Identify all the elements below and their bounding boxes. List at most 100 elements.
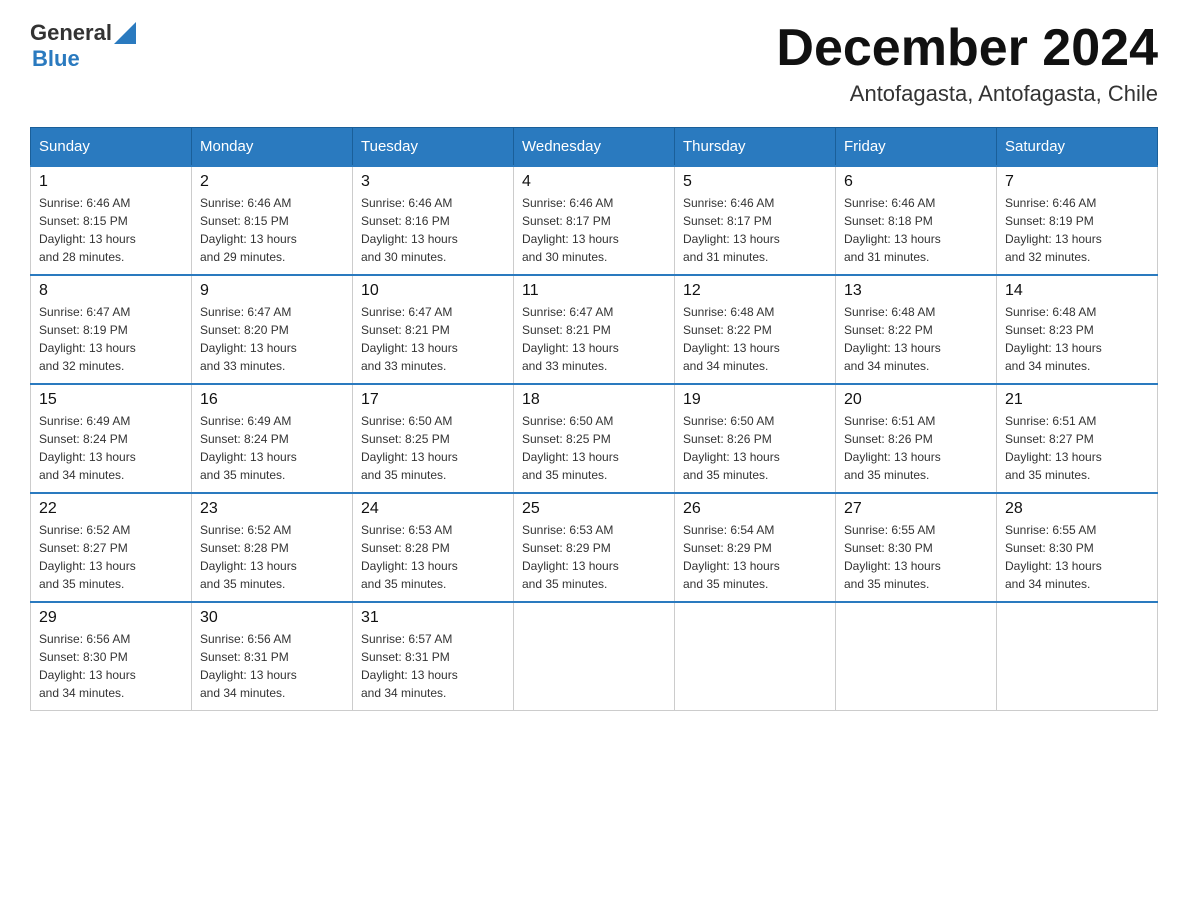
day-info: Sunrise: 6:46 AMSunset: 8:17 PMDaylight:… [522, 194, 666, 266]
day-cell-28: 28 Sunrise: 6:55 AMSunset: 8:30 PMDayligh… [997, 493, 1158, 602]
day-info: Sunrise: 6:53 AMSunset: 8:29 PMDaylight:… [522, 521, 666, 593]
calendar-title-section: December 2024 Antofagasta, Antofagasta, … [776, 20, 1158, 107]
day-info: Sunrise: 6:47 AMSunset: 8:19 PMDaylight:… [39, 303, 183, 375]
day-number: 18 [522, 391, 666, 409]
day-number: 9 [200, 282, 344, 300]
day-info: Sunrise: 6:47 AMSunset: 8:21 PMDaylight:… [361, 303, 505, 375]
header-wednesday: Wednesday [514, 128, 675, 167]
empty-cell [997, 602, 1158, 711]
day-cell-17: 17Sunrise: 6:50 AMSunset: 8:25 PMDayligh… [353, 384, 514, 493]
day-cell-8: 8Sunrise: 6:47 AMSunset: 8:19 PMDaylight… [31, 275, 192, 384]
day-number: 26 [683, 500, 827, 518]
header-sunday: Sunday [31, 128, 192, 167]
day-info: Sunrise: 6:56 AMSunset: 8:31 PMDaylight:… [200, 630, 344, 702]
day-info: Sunrise: 6:55 AMSunset: 8:30 PMDaylight:… [1005, 521, 1149, 593]
logo-general-text: General [30, 20, 112, 46]
day-info: Sunrise: 6:48 AMSunset: 8:23 PMDaylight:… [1005, 303, 1149, 375]
day-info: Sunrise: 6:52 AMSunset: 8:28 PMDaylight:… [200, 521, 344, 593]
day-cell-13: 13 Sunrise: 6:48 AMSunset: 8:22 PMDayligh… [836, 275, 997, 384]
calendar-header-row: SundayMondayTuesdayWednesdayThursdayFrid… [31, 128, 1158, 167]
day-cell-3: 3 Sunrise: 6:46 AMSunset: 8:16 PMDaylight… [353, 166, 514, 275]
day-number: 15 [39, 391, 183, 409]
day-cell-30: 30 Sunrise: 6:56 AMSunset: 8:31 PMDayligh… [192, 602, 353, 711]
day-info: Sunrise: 6:57 AMSunset: 8:31 PMDaylight:… [361, 630, 505, 702]
day-number: 22 [39, 500, 183, 518]
day-cell-2: 2 Sunrise: 6:46 AMSunset: 8:15 PMDaylight… [192, 166, 353, 275]
day-cell-4: 4 Sunrise: 6:46 AMSunset: 8:17 PMDaylight… [514, 166, 675, 275]
day-number: 30 [200, 609, 344, 627]
week-row-5: 29 Sunrise: 6:56 AMSunset: 8:30 PMDayligh… [31, 602, 1158, 711]
day-cell-12: 12Sunrise: 6:48 AMSunset: 8:22 PMDayligh… [675, 275, 836, 384]
day-cell-10: 10 Sunrise: 6:47 AMSunset: 8:21 PMDayligh… [353, 275, 514, 384]
day-info: Sunrise: 6:48 AMSunset: 8:22 PMDaylight:… [844, 303, 988, 375]
day-number: 4 [522, 173, 666, 191]
day-info: Sunrise: 6:46 AMSunset: 8:18 PMDaylight:… [844, 194, 988, 266]
page-header: General Blue December 2024 Antofagasta, … [30, 20, 1158, 107]
day-number: 6 [844, 173, 988, 191]
header-saturday: Saturday [997, 128, 1158, 167]
day-cell-15: 15Sunrise: 6:49 AMSunset: 8:24 PMDayligh… [31, 384, 192, 493]
header-friday: Friday [836, 128, 997, 167]
day-cell-22: 22 Sunrise: 6:52 AMSunset: 8:27 PMDayligh… [31, 493, 192, 602]
day-number: 3 [361, 173, 505, 191]
day-cell-21: 21 Sunrise: 6:51 AMSunset: 8:27 PMDayligh… [997, 384, 1158, 493]
week-row-2: 8Sunrise: 6:47 AMSunset: 8:19 PMDaylight… [31, 275, 1158, 384]
day-info: Sunrise: 6:48 AMSunset: 8:22 PMDaylight:… [683, 303, 827, 375]
day-number: 10 [361, 282, 505, 300]
logo-triangle-icon [114, 22, 136, 44]
day-number: 25 [522, 500, 666, 518]
day-info: Sunrise: 6:51 AMSunset: 8:26 PMDaylight:… [844, 412, 988, 484]
day-cell-31: 31 Sunrise: 6:57 AMSunset: 8:31 PMDayligh… [353, 602, 514, 711]
day-cell-5: 5 Sunrise: 6:46 AMSunset: 8:17 PMDaylight… [675, 166, 836, 275]
day-number: 21 [1005, 391, 1149, 409]
day-info: Sunrise: 6:47 AMSunset: 8:21 PMDaylight:… [522, 303, 666, 375]
day-cell-7: 7Sunrise: 6:46 AMSunset: 8:19 PMDaylight… [997, 166, 1158, 275]
day-number: 13 [844, 282, 988, 300]
day-info: Sunrise: 6:46 AMSunset: 8:15 PMDaylight:… [200, 194, 344, 266]
day-cell-1: 1 Sunrise: 6:46 AMSunset: 8:15 PMDaylight… [31, 166, 192, 275]
day-number: 16 [200, 391, 344, 409]
day-info: Sunrise: 6:46 AMSunset: 8:17 PMDaylight:… [683, 194, 827, 266]
day-number: 27 [844, 500, 988, 518]
day-cell-14: 14 Sunrise: 6:48 AMSunset: 8:23 PMDayligh… [997, 275, 1158, 384]
day-info: Sunrise: 6:51 AMSunset: 8:27 PMDaylight:… [1005, 412, 1149, 484]
calendar-table: SundayMondayTuesdayWednesdayThursdayFrid… [30, 127, 1158, 711]
day-cell-16: 16 Sunrise: 6:49 AMSunset: 8:24 PMDayligh… [192, 384, 353, 493]
day-number: 31 [361, 609, 505, 627]
location-subtitle: Antofagasta, Antofagasta, Chile [776, 81, 1158, 107]
day-number: 19 [683, 391, 827, 409]
day-number: 2 [200, 173, 344, 191]
day-info: Sunrise: 6:49 AMSunset: 8:24 PMDaylight:… [200, 412, 344, 484]
day-info: Sunrise: 6:47 AMSunset: 8:20 PMDaylight:… [200, 303, 344, 375]
day-info: Sunrise: 6:56 AMSunset: 8:30 PMDaylight:… [39, 630, 183, 702]
day-info: Sunrise: 6:46 AMSunset: 8:16 PMDaylight:… [361, 194, 505, 266]
day-number: 23 [200, 500, 344, 518]
day-cell-23: 23 Sunrise: 6:52 AMSunset: 8:28 PMDayligh… [192, 493, 353, 602]
day-number: 24 [361, 500, 505, 518]
empty-cell [514, 602, 675, 711]
day-cell-27: 27Sunrise: 6:55 AMSunset: 8:30 PMDayligh… [836, 493, 997, 602]
day-cell-19: 19 Sunrise: 6:50 AMSunset: 8:26 PMDayligh… [675, 384, 836, 493]
logo-blue-text: Blue [32, 46, 80, 72]
day-info: Sunrise: 6:50 AMSunset: 8:26 PMDaylight:… [683, 412, 827, 484]
day-number: 1 [39, 173, 183, 191]
day-number: 29 [39, 609, 183, 627]
month-year-title: December 2024 [776, 20, 1158, 77]
empty-cell [675, 602, 836, 711]
logo: General Blue [30, 20, 136, 72]
week-row-1: 1 Sunrise: 6:46 AMSunset: 8:15 PMDaylight… [31, 166, 1158, 275]
day-cell-25: 25 Sunrise: 6:53 AMSunset: 8:29 PMDayligh… [514, 493, 675, 602]
day-number: 20 [844, 391, 988, 409]
header-thursday: Thursday [675, 128, 836, 167]
day-number: 5 [683, 173, 827, 191]
day-info: Sunrise: 6:52 AMSunset: 8:27 PMDaylight:… [39, 521, 183, 593]
day-info: Sunrise: 6:46 AMSunset: 8:15 PMDaylight:… [39, 194, 183, 266]
day-cell-26: 26 Sunrise: 6:54 AMSunset: 8:29 PMDayligh… [675, 493, 836, 602]
day-cell-18: 18Sunrise: 6:50 AMSunset: 8:25 PMDayligh… [514, 384, 675, 493]
day-number: 28 [1005, 500, 1149, 518]
day-info: Sunrise: 6:53 AMSunset: 8:28 PMDaylight:… [361, 521, 505, 593]
day-info: Sunrise: 6:54 AMSunset: 8:29 PMDaylight:… [683, 521, 827, 593]
day-number: 14 [1005, 282, 1149, 300]
day-cell-20: 20 Sunrise: 6:51 AMSunset: 8:26 PMDayligh… [836, 384, 997, 493]
day-number: 17 [361, 391, 505, 409]
